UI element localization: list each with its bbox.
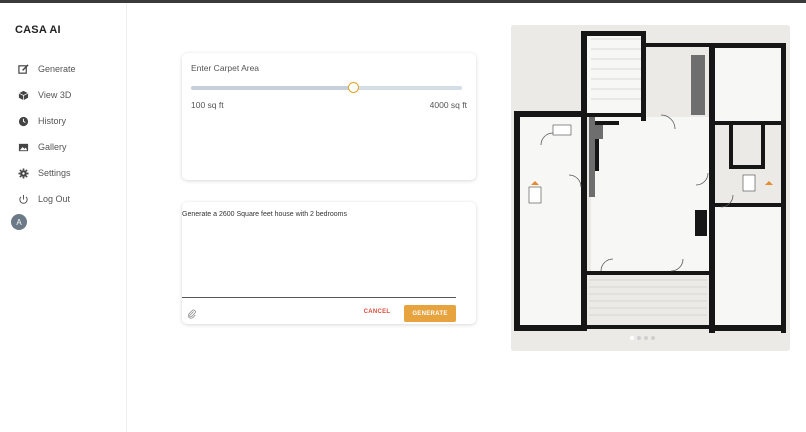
carpet-area-title: Enter Carpet Area <box>191 63 260 73</box>
prompt-card: Generate a 2600 Square feet house with 2… <box>182 202 476 324</box>
carousel-dot[interactable] <box>630 336 634 340</box>
image-icon <box>17 141 29 153</box>
sidebar-item-view-3d[interactable]: View 3D <box>0 82 127 108</box>
prompt-input[interactable]: Generate a 2600 Square feet house with 2… <box>182 210 476 296</box>
sidebar-nav: Generate View 3D History Gallery Setting… <box>0 56 127 212</box>
edit-icon <box>17 63 29 75</box>
sidebar-item-settings[interactable]: Settings <box>0 160 127 186</box>
slider-max-label: 4000 sq ft <box>429 100 467 110</box>
sidebar-item-label: History <box>38 116 67 126</box>
sidebar-item-label: Settings <box>38 168 71 178</box>
prompt-underline <box>182 297 456 298</box>
cancel-button[interactable]: CANCEL <box>359 305 395 319</box>
floor-plan-drawing <box>511 25 790 351</box>
sidebar-item-label: Log Out <box>38 194 71 204</box>
carpet-area-slider[interactable] <box>191 82 462 93</box>
carpet-area-card: Enter Carpet Area 100 sq ft 4000 sq ft <box>182 53 476 180</box>
carousel-dots <box>630 336 655 340</box>
slider-fill <box>191 86 354 90</box>
carousel-dot[interactable] <box>651 336 655 340</box>
sidebar-item-gallery[interactable]: Gallery <box>0 134 127 160</box>
sidebar-item-label: Gallery <box>38 142 67 152</box>
sidebar-item-history[interactable]: History <box>0 108 127 134</box>
gear-icon <box>17 167 29 179</box>
sidebar-item-generate[interactable]: Generate <box>0 56 127 82</box>
slider-min-label: 100 sq ft <box>191 100 224 110</box>
sidebar-item-log-out[interactable]: Log Out <box>0 186 127 212</box>
paperclip-icon[interactable] <box>187 306 197 319</box>
generate-button[interactable]: GENERATE <box>404 305 456 322</box>
clock-icon <box>17 115 29 127</box>
sidebar-item-label: View 3D <box>38 90 72 100</box>
avatar[interactable]: A <box>11 214 27 230</box>
app-title: CASA AI <box>15 24 61 36</box>
carousel-dot[interactable] <box>644 336 648 340</box>
power-icon <box>17 193 29 205</box>
slider-thumb[interactable] <box>348 82 360 93</box>
sidebar-item-label: Generate <box>38 64 76 74</box>
carousel-dot[interactable] <box>637 336 641 340</box>
sidebar: CASA AI Generate View 3D History Gallery <box>0 3 127 432</box>
floor-plan-image <box>511 25 790 351</box>
cube-icon <box>17 89 29 101</box>
